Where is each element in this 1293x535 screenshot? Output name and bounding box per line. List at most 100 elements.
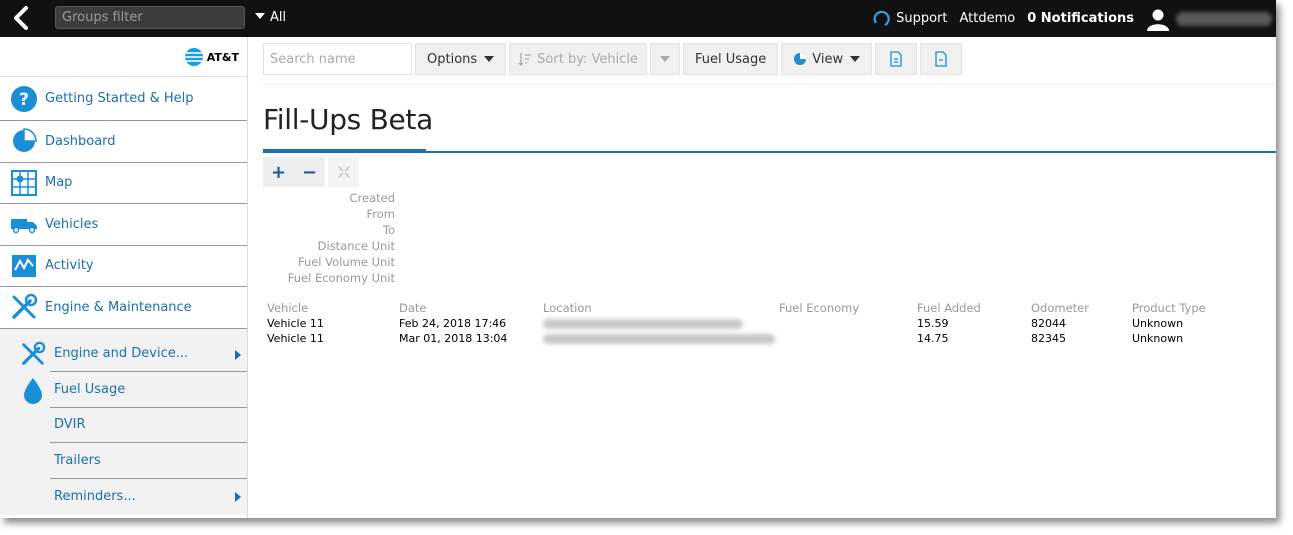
user-icon[interactable]: [1146, 7, 1170, 31]
column-header[interactable]: Location: [541, 300, 777, 316]
globe-icon: [184, 48, 203, 66]
cell-fuel-economy: [777, 316, 915, 331]
fill-ups-table: Vehicle Date Location Fuel Economy Fuel …: [265, 300, 1230, 346]
sidebar-item-label: Map: [45, 175, 73, 191]
options-label: Options: [427, 51, 478, 67]
options-button[interactable]: Options: [415, 43, 507, 75]
sort-button[interactable]: Sort by: Vehicle: [509, 43, 647, 75]
param-label: Fuel Economy Unit: [287, 271, 395, 285]
sidebar-subitem-trailers[interactable]: Trailers: [50, 443, 247, 479]
cell-date: Mar 01, 2018 13:04: [399, 332, 508, 345]
column-header[interactable]: Fuel Economy: [777, 300, 915, 316]
sidebar-subitem-dvir[interactable]: DVIR: [50, 408, 247, 443]
support-link[interactable]: Support: [872, 10, 948, 28]
brand-logo-text: AT&T: [206, 50, 239, 64]
fuel-usage-label: Fuel Usage: [694, 51, 767, 67]
cell-odometer: 82044: [1031, 317, 1066, 330]
cell-fuel-added: 14.75: [917, 332, 949, 345]
sidebar-subitem-label: Reminders...: [54, 488, 136, 504]
groups-dropdown-label: All: [270, 10, 287, 25]
chevron-right-icon: [235, 491, 241, 502]
param-label: Fuel Volume Unit: [297, 255, 395, 269]
pie-chart-icon: [10, 127, 38, 155]
param-label: Created: [349, 191, 395, 205]
sidebar-item-getting-started[interactable]: ? Getting Started & Help: [0, 77, 247, 121]
cell-location-redacted: [541, 316, 777, 331]
sidebar-item-label: Dashboard: [45, 133, 116, 149]
sidebar-item-label: Engine & Maintenance: [45, 299, 192, 315]
caret-down-icon: [255, 13, 265, 19]
truck-icon: [10, 210, 38, 238]
table-row[interactable]: Vehicle 11 Mar 01, 2018 13:04 14.75 8234…: [265, 331, 1230, 346]
cell-odometer: 82345: [1031, 332, 1066, 345]
cell-fuel-economy: [777, 331, 915, 346]
excel-file-icon: [890, 51, 902, 67]
fuel-drop-icon: [20, 376, 46, 404]
fit-button[interactable]: [328, 157, 359, 187]
column-header[interactable]: Date: [397, 300, 541, 316]
sort-label: Sort by: Vehicle: [537, 51, 638, 67]
collapse-all-button[interactable]: −: [294, 157, 325, 187]
sidebar-subitem-label: Fuel Usage: [54, 381, 126, 397]
caret-down-icon: [850, 56, 861, 62]
sort-icon: [518, 53, 532, 66]
sidebar-item-label: Vehicles: [45, 216, 99, 232]
sidebar-item-label: Activity: [45, 258, 94, 274]
groups-dropdown[interactable]: All: [255, 10, 286, 25]
sidebar-subitem-engine-device[interactable]: Engine and Device...: [22, 337, 247, 372]
back-arrow-icon[interactable]: [8, 5, 36, 31]
sidebar-subitem-reminders[interactable]: Reminders...: [50, 479, 247, 515]
param-label: Distance Unit: [317, 239, 395, 253]
cell-location-redacted: [541, 331, 777, 346]
top-bar: All Support Attdemo 0 Notifications: [0, 0, 1276, 37]
username-redacted: [1176, 11, 1272, 26]
cell-product-type: Unknown: [1132, 332, 1184, 345]
groups-filter-input[interactable]: [55, 6, 245, 29]
param-label: From: [366, 207, 396, 221]
column-header[interactable]: Product Type: [1130, 300, 1230, 316]
report-parameters: Created From To Distance Unit Fuel Volum…: [263, 190, 395, 286]
notifications-link[interactable]: 0 Notifications: [1027, 11, 1134, 26]
cell-fuel-added: 15.59: [917, 317, 949, 330]
sidebar-subitem-fuel-usage[interactable]: Fuel Usage: [24, 372, 247, 408]
sidebar-subitem-label: DVIR: [54, 417, 86, 433]
export-excel-button[interactable]: [875, 43, 918, 75]
param-label: To: [382, 223, 395, 237]
plus-icon: +: [270, 161, 287, 183]
cell-vehicle: Vehicle 11: [267, 332, 324, 345]
activity-chart-icon: [10, 252, 38, 280]
sidebar-item-engine-maintenance[interactable]: Engine & Maintenance: [0, 287, 247, 329]
table-row[interactable]: Vehicle 11 Feb 24, 2018 17:46 15.59 8204…: [265, 316, 1230, 331]
pie-chart-icon: [794, 53, 807, 65]
export-pdf-button[interactable]: [920, 43, 963, 75]
pdf-file-icon: [935, 51, 947, 67]
wrench-screwdriver-icon: [10, 293, 38, 321]
fuel-usage-button[interactable]: Fuel Usage: [682, 43, 779, 75]
brand-header: AT&T: [0, 37, 247, 77]
sidebar-item-activity[interactable]: Activity: [0, 246, 247, 287]
caret-down-icon: [484, 56, 495, 62]
column-header[interactable]: Vehicle: [265, 300, 397, 316]
support-label: Support: [896, 11, 948, 26]
sidebar-subitem-label: Engine and Device...: [54, 346, 189, 362]
column-header[interactable]: Fuel Added: [915, 300, 1029, 316]
title-underline-accent: [263, 149, 426, 153]
search-name-input[interactable]: [263, 43, 412, 75]
collapse-arrows-icon: [338, 166, 349, 178]
page-title: Fill-Ups Beta: [263, 103, 433, 136]
wrench-screwdriver-icon: [20, 341, 46, 367]
sidebar: AT&T ? Getting Started & Help Dashboard …: [0, 37, 248, 518]
help-icon: ?: [10, 85, 38, 113]
sidebar-item-map[interactable]: Map: [0, 163, 247, 204]
map-icon: [10, 169, 38, 197]
cell-product-type: Unknown: [1132, 317, 1184, 330]
column-header[interactable]: Odometer: [1029, 300, 1130, 316]
expand-all-button[interactable]: +: [263, 157, 294, 187]
sidebar-item-vehicles[interactable]: Vehicles: [0, 204, 247, 246]
sort-direction-button[interactable]: [649, 43, 680, 75]
att-logo: AT&T: [184, 47, 239, 67]
minus-icon: −: [301, 161, 318, 183]
view-button[interactable]: View: [781, 43, 873, 75]
sidebar-item-dashboard[interactable]: Dashboard: [0, 121, 247, 163]
account-name[interactable]: Attdemo: [960, 11, 1016, 26]
